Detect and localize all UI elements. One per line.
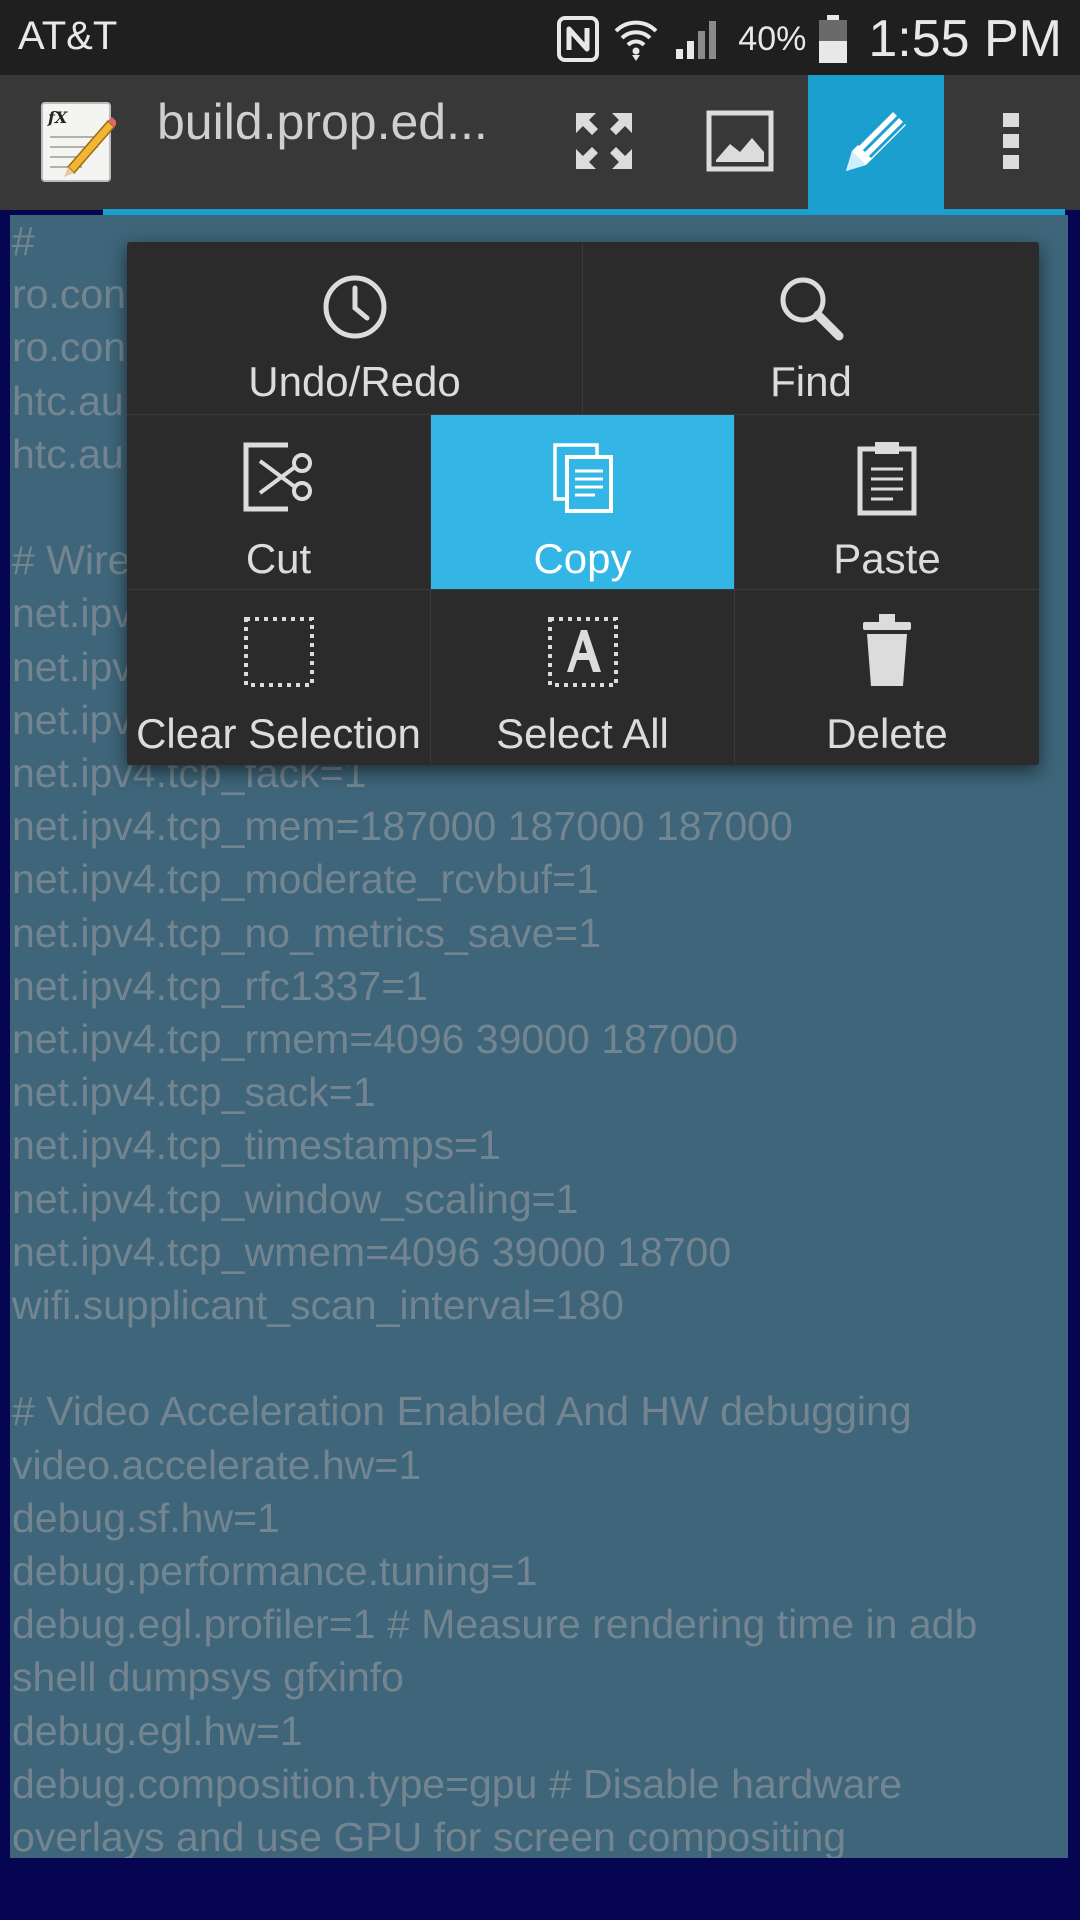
action-bar: fX build.prop.ed... <box>0 75 1080 210</box>
editor-line[interactable] <box>10 1332 1068 1385</box>
editor-line[interactable]: debug.egl.profiler=1 # Measure rendering… <box>10 1598 1068 1651</box>
delete-label: Delete <box>826 710 948 757</box>
copy-icon <box>551 441 615 519</box>
editor-line[interactable]: net.ipv4.tcp_timestamps=1 <box>10 1119 1068 1172</box>
find-button[interactable]: Find <box>583 242 1039 415</box>
menu-row-clipboard: Cut Copy Paste <box>127 415 1039 590</box>
nfc-icon <box>556 15 600 63</box>
menu-row-selection: Clear Selection Select All Delete <box>127 590 1039 765</box>
overflow-menu-button[interactable] <box>968 75 1054 210</box>
clock: 1:55 PM <box>868 10 1062 68</box>
editor-line[interactable]: # Video Acceleration Enabled And HW debu… <box>10 1385 1068 1438</box>
editor-line[interactable]: net.ipv4.tcp_rmem=4096 39000 187000 <box>10 1013 1068 1066</box>
clear-selection-icon <box>241 614 317 694</box>
editor-line[interactable]: wifi.supplicant_scan_interval=180 <box>10 1279 1068 1332</box>
editor-line[interactable]: net.ipv4.tcp_moderate_rcvbuf=1 <box>10 853 1068 906</box>
edit-mode-button[interactable] <box>808 75 944 210</box>
cut-button[interactable]: Cut <box>127 415 431 590</box>
editor-line[interactable]: net.ipv4.tcp_sack=1 <box>10 1066 1068 1119</box>
editor-line[interactable]: debug.sf.hw=1 <box>10 1492 1068 1545</box>
search-icon <box>775 272 847 348</box>
fullscreen-button[interactable] <box>548 75 660 210</box>
image-button[interactable] <box>684 75 796 210</box>
cut-label: Cut <box>245 535 312 582</box>
battery-icon <box>818 14 848 64</box>
editor-line[interactable]: net.ipv4.tcp_no_metrics_save=1 <box>10 907 1068 960</box>
select-all-button[interactable]: Select All <box>431 590 735 765</box>
editor-line[interactable]: net.ipv4.tcp_mem=187000 187000 187000 <box>10 800 1068 853</box>
pencil-icon <box>836 101 916 185</box>
select-all-label: Select All <box>496 710 669 757</box>
editor-line[interactable]: debug.composition.type=gpu # Disable har… <box>10 1758 1068 1811</box>
overflow-menu-icon <box>1001 109 1021 177</box>
undo-redo-button[interactable]: Undo/Redo <box>127 242 583 415</box>
app-logo-icon[interactable]: fX <box>38 97 118 185</box>
select-all-icon <box>545 614 621 694</box>
editor-line[interactable]: video.accelerate.hw=1 <box>10 1439 1068 1492</box>
clipboard-icon <box>855 439 919 521</box>
editor-line[interactable]: net.ipv4.tcp_rfc1337=1 <box>10 960 1068 1013</box>
scissors-icon <box>240 439 318 519</box>
clear-selection-label: Clear Selection <box>136 710 421 757</box>
wifi-icon <box>612 15 660 63</box>
app-title: build.prop.ed... <box>157 94 488 150</box>
editor-line[interactable]: overlays and use GPU for screen composit… <box>10 1811 1068 1858</box>
undo-redo-label: Undo/Redo <box>248 358 461 405</box>
editor-line[interactable]: net.ipv4.tcp_window_scaling=1 <box>10 1173 1068 1226</box>
copy-button[interactable]: Copy <box>431 415 735 590</box>
signal-icon <box>672 15 722 63</box>
clock-icon <box>320 272 390 346</box>
delete-button[interactable]: Delete <box>735 590 1039 765</box>
menu-row-history: Undo/Redo Find <box>127 242 1039 415</box>
clear-selection-button[interactable]: Clear Selection <box>127 590 431 765</box>
carrier-name: AT&T <box>18 14 118 58</box>
trash-icon <box>859 612 915 694</box>
status-bar: AT&T 40% 1:55 PM <box>0 0 1080 75</box>
editor-line[interactable]: debug.egl.hw=1 <box>10 1705 1068 1758</box>
battery-percent: 40% <box>738 19 807 58</box>
editor-line[interactable]: debug.performance.tuning=1 <box>10 1545 1068 1598</box>
fullscreen-icon <box>572 109 636 177</box>
image-icon <box>706 110 774 176</box>
editor-line[interactable]: shell dumpsys gfxinfo <box>10 1651 1068 1704</box>
svg-text:fX: fX <box>47 108 68 127</box>
copy-label: Copy <box>533 535 632 582</box>
paste-label: Paste <box>833 535 941 582</box>
paste-button[interactable]: Paste <box>735 415 1039 590</box>
edit-context-menu: Undo/Redo Find Cut Copy Paste Clear Sele… <box>127 242 1039 765</box>
find-label: Find <box>770 358 852 405</box>
editor-line[interactable]: net.ipv4.tcp_wmem=4096 39000 18700 <box>10 1226 1068 1279</box>
